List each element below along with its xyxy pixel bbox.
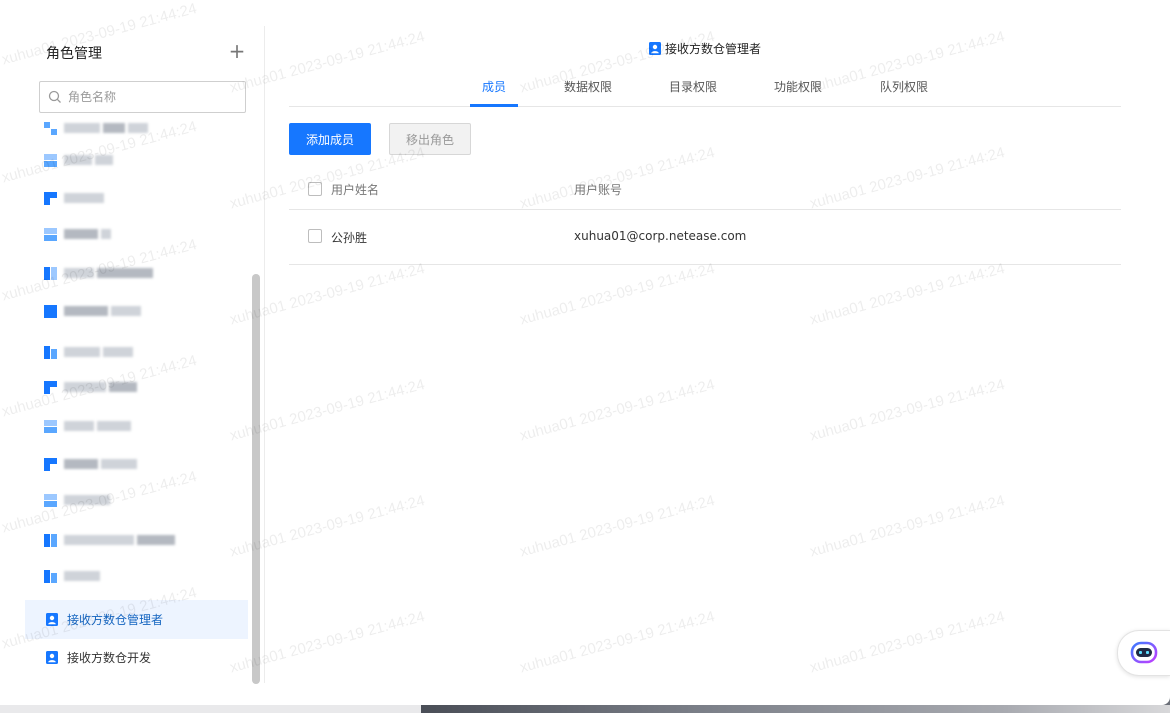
role-icon — [44, 228, 57, 241]
role-item-active[interactable]: 接收方数仓管理者 — [25, 600, 248, 639]
role-label-obscured — [64, 268, 156, 278]
role-icon — [44, 494, 57, 507]
role-icon — [44, 346, 57, 359]
search-box[interactable] — [39, 81, 246, 113]
divider — [264, 26, 265, 683]
tab-function-permission[interactable]: 功能权限 — [770, 78, 826, 106]
role-item-blurred[interactable] — [25, 528, 248, 552]
watermark: xuhua01 2023-09-19 21:44:24 — [808, 259, 1007, 329]
role-label-obscured — [64, 535, 178, 545]
role-icon — [44, 267, 57, 280]
watermark: xuhua01 2023-09-19 21:44:24 — [808, 607, 1007, 677]
page-title-wrap: 接收方数仓管理者 — [289, 40, 1121, 57]
watermark: xuhua01 2023-09-19 21:44:24 — [518, 259, 717, 329]
role-icon — [44, 534, 57, 547]
sidebar: 角色管理 + 角色名称 接收方数仓管理者 接收方数仓开发 — [0, 0, 264, 705]
column-header-account: 用户账号 — [574, 183, 623, 197]
role-label-obscured — [64, 382, 140, 392]
sidebar-title: 角色管理 — [46, 46, 102, 62]
role-icon — [44, 458, 57, 471]
page-title: 接收方数仓管理者 — [664, 42, 761, 56]
desktop-backdrop — [0, 705, 1170, 713]
watermark: xuhua01 2023-09-19 21:44:24 — [518, 491, 717, 561]
user-name: 公孙胜 — [331, 231, 368, 245]
role-icon — [44, 381, 57, 394]
role-item-blurred[interactable] — [25, 488, 248, 512]
role-label-obscured — [64, 421, 134, 431]
scrollbar-thumb[interactable] — [252, 274, 260, 684]
row-checkbox[interactable] — [308, 229, 322, 243]
role-item-blurred[interactable] — [25, 452, 248, 476]
watermark: xuhua01 2023-09-19 21:44:24 — [518, 375, 717, 445]
tab-catalog-permission[interactable]: 目录权限 — [665, 78, 721, 106]
role-label-obscured — [64, 229, 114, 239]
role-item-blurred[interactable] — [25, 299, 248, 323]
role-icon — [44, 420, 57, 433]
tab-data-permission[interactable]: 数据权限 — [560, 78, 616, 106]
role-item-blurred[interactable] — [25, 222, 248, 246]
role-label-obscured — [64, 571, 103, 581]
user-account: xuhua01@corp.netease.com — [574, 229, 747, 243]
role-list[interactable] — [25, 116, 248, 586]
app-panel: 角色管理 + 角色名称 接收方数仓管理者 接收方数仓开发 接收方数仓管理者 成员… — [0, 0, 1170, 705]
role-label-obscured — [64, 347, 136, 357]
tab-bar: 成员 数据权限 目录权限 功能权限 队列权限 — [289, 70, 1121, 107]
tab-queue-permission[interactable]: 队列权限 — [876, 78, 932, 106]
column-header-name: 用户姓名 — [331, 183, 380, 197]
search-icon — [48, 90, 61, 103]
remove-role-button: 移出角色 — [389, 123, 471, 155]
watermark: xuhua01 2023-09-19 21:44:24 — [518, 607, 717, 677]
person-badge-icon — [46, 613, 58, 626]
role-icon — [44, 305, 57, 318]
person-badge-icon — [648, 42, 661, 55]
role-item-blurred[interactable] — [25, 375, 248, 399]
role-item-blurred[interactable] — [25, 148, 248, 172]
watermark: xuhua01 2023-09-19 21:44:24 — [808, 375, 1007, 445]
role-icon — [44, 192, 57, 205]
role-item[interactable]: 接收方数仓开发 — [25, 638, 248, 677]
robot-assistant-icon — [1130, 641, 1158, 664]
role-label-obscured — [64, 459, 140, 469]
role-item-blurred[interactable] — [25, 186, 248, 210]
search-input[interactable] — [68, 82, 238, 112]
plus-icon[interactable]: + — [228, 41, 246, 61]
role-item-blurred[interactable] — [25, 261, 248, 285]
role-item-blurred[interactable] — [25, 116, 248, 140]
role-icon — [44, 122, 57, 135]
role-label-obscured — [64, 495, 113, 505]
select-all-checkbox[interactable] — [308, 182, 322, 196]
table-row[interactable]: 公孙胜 xuhua01@corp.netease.com — [289, 216, 1121, 265]
tab-members[interactable]: 成员 — [470, 78, 518, 106]
role-item-blurred[interactable] — [25, 414, 248, 438]
role-label: 接收方数仓开发 — [67, 651, 152, 665]
role-label-obscured — [64, 123, 151, 133]
role-icon — [44, 154, 57, 167]
robot-assistant-button[interactable] — [1117, 630, 1170, 676]
person-badge-icon — [46, 651, 58, 664]
role-label-obscured — [64, 155, 116, 165]
role-item-blurred[interactable] — [25, 564, 248, 588]
main-header: 接收方数仓管理者 — [289, 0, 1121, 60]
table-header: 用户姓名 用户账号 — [289, 170, 1121, 210]
role-label-obscured — [64, 306, 144, 316]
watermark: xuhua01 2023-09-19 21:44:24 — [808, 491, 1007, 561]
sidebar-scrollbar[interactable] — [252, 274, 260, 684]
role-icon — [44, 570, 57, 583]
role-label-obscured — [64, 193, 107, 203]
role-label: 接收方数仓管理者 — [67, 613, 164, 627]
add-member-button[interactable]: 添加成员 — [289, 123, 371, 155]
role-item-blurred[interactable] — [25, 340, 248, 364]
tab-active-indicator — [470, 104, 518, 107]
